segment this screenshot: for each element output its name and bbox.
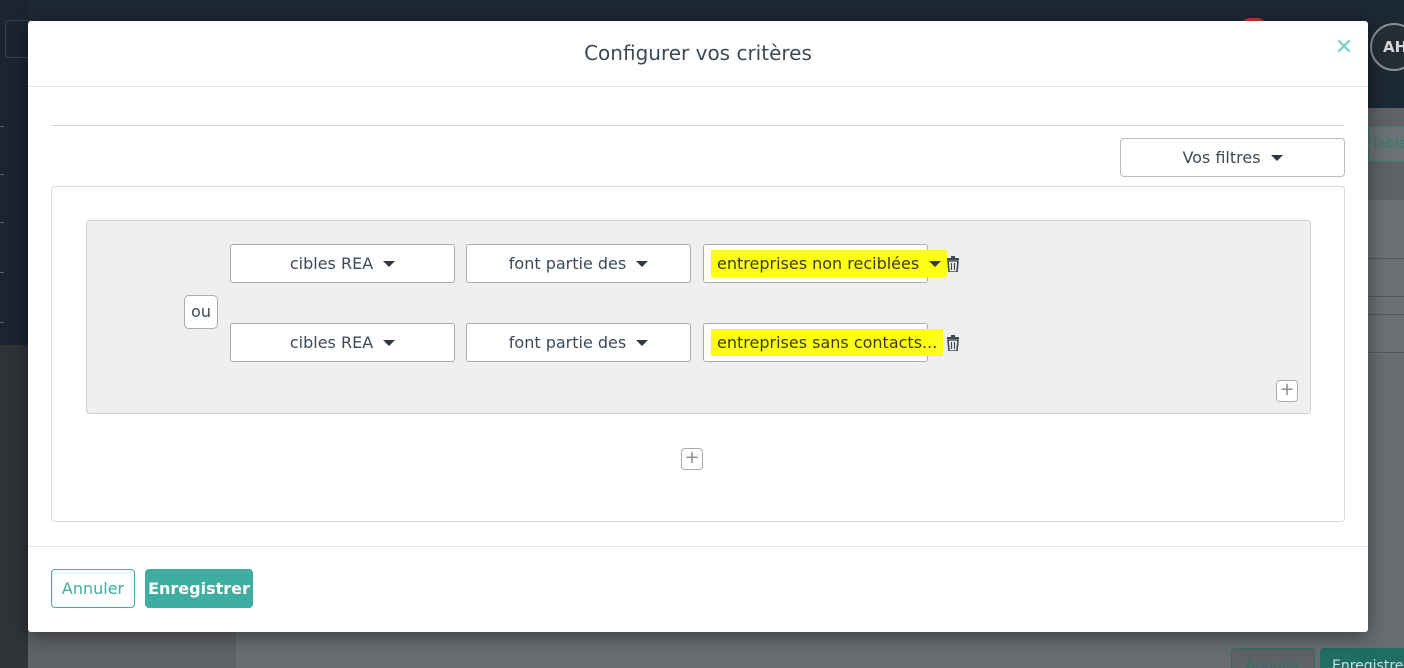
divider <box>51 125 1345 126</box>
rule-operator-label: font partie des <box>508 333 627 352</box>
rule-value-label: entreprises non reciblées <box>717 254 920 273</box>
caret-down-icon <box>383 260 396 267</box>
add-rule-button[interactable]: + <box>1276 380 1298 402</box>
footer-divider <box>28 546 1368 547</box>
rule-value-select[interactable]: entreprises non reciblées <box>703 244 948 283</box>
save-button[interactable]: Enregistrer <box>145 569 253 608</box>
filters-dropdown-label: Vos filtres <box>1182 148 1261 167</box>
app-table-rows <box>1368 200 1404 355</box>
modal-title: Configurer vos critères <box>584 41 812 65</box>
rule-field-label: cibles REA <box>289 254 374 273</box>
close-icon[interactable]: ✕ <box>1334 37 1354 59</box>
caret-down-icon <box>636 260 649 267</box>
trash-icon[interactable] <box>946 335 960 352</box>
rule-field-select[interactable]: cibles REA <box>230 323 455 362</box>
trash-icon[interactable] <box>946 256 960 273</box>
modal-header: Configurer vos critères ✕ <box>28 21 1368 87</box>
app-sidebar-lower <box>0 345 28 668</box>
table-row-divider <box>1368 296 1404 297</box>
sidebar-marker <box>0 126 4 127</box>
bg-cancel-button: Annuler <box>1231 648 1315 668</box>
add-group-button[interactable]: + <box>681 448 703 470</box>
filters-dropdown[interactable]: Vos filtres <box>1120 138 1345 177</box>
bg-save-button: Enregistrer <box>1320 648 1404 668</box>
bg-tab-tableau: Tableau <box>1368 126 1404 162</box>
caret-down-icon <box>929 260 942 267</box>
table-row-divider <box>1368 352 1404 353</box>
group-operator-toggle[interactable]: ou <box>184 295 218 329</box>
rule-operator-select[interactable]: font partie des <box>466 323 691 362</box>
rule-value-highlight: entreprises non reciblées <box>711 250 948 277</box>
cancel-button[interactable]: Annuler <box>51 569 135 608</box>
rule-operator-label: font partie des <box>508 254 627 273</box>
sidebar-marker <box>0 174 4 175</box>
caret-down-icon <box>383 339 396 346</box>
rule-value-highlight: entreprises sans contacts... <box>711 329 944 356</box>
table-row-divider <box>1368 258 1404 259</box>
sidebar-marker <box>0 222 4 223</box>
rule-field-label: cibles REA <box>289 333 374 352</box>
table-row-divider <box>1368 314 1404 315</box>
rule-field-select[interactable]: cibles REA <box>230 244 455 283</box>
sidebar-marker <box>0 322 4 323</box>
caret-down-icon <box>1270 154 1283 161</box>
rule-value-select[interactable]: entreprises sans contacts... <box>703 323 944 362</box>
rule-operator-select[interactable]: font partie des <box>466 244 691 283</box>
sidebar-marker <box>0 272 4 273</box>
rule-value-label: entreprises sans contacts... <box>717 333 938 352</box>
criteria-modal: Configurer vos critères ✕ Vos filtres ou… <box>28 21 1368 632</box>
caret-down-icon <box>636 339 649 346</box>
